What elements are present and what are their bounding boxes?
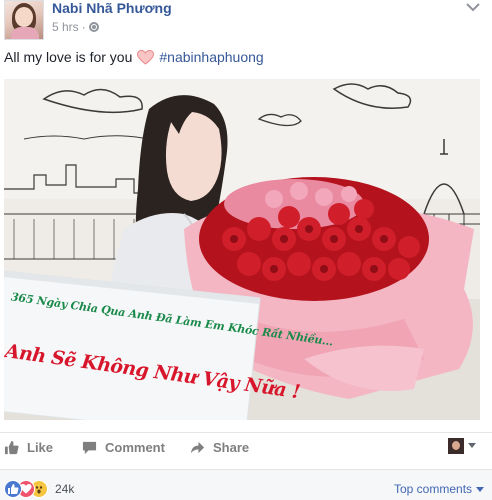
comment-sort-label: Top comments <box>394 482 473 496</box>
like-label: Like <box>27 440 54 455</box>
post-timestamp[interactable]: 5 hrs <box>52 20 79 34</box>
share-button[interactable]: Share <box>190 440 249 455</box>
chevron-down-icon <box>476 486 485 492</box>
like-button[interactable]: Like <box>4 440 53 455</box>
caption-text: All my love is for you <box>4 49 133 65</box>
action-bar: Like Comment Share <box>0 434 492 464</box>
comment-icon <box>82 441 97 455</box>
post-photo[interactable]: 365 Ngày Chia Qua Anh Đã Làm Em Khóc Rất… <box>4 79 480 420</box>
comment-sort-dropdown[interactable]: Top comments <box>394 482 485 496</box>
hashtag-link[interactable]: #nabinhaphuong <box>159 48 263 66</box>
chevron-down-icon[interactable] <box>466 2 480 12</box>
reactions-footer: 24k Top comments <box>0 469 492 500</box>
viewer-chevron-down-icon[interactable] <box>468 443 476 448</box>
comment-label: Comment <box>105 440 165 455</box>
author-avatar[interactable] <box>4 0 44 40</box>
post-meta: 5 hrs · <box>52 20 99 34</box>
viewer-avatar[interactable] <box>448 438 464 454</box>
facebook-post: Nabi Nhã Phương 5 hrs · All my love is f… <box>0 0 492 500</box>
comment-button[interactable]: Comment <box>82 440 165 455</box>
action-divider <box>0 432 492 433</box>
meta-separator: · <box>81 20 86 34</box>
share-icon <box>190 441 205 454</box>
reaction-count[interactable]: 24k <box>55 482 74 496</box>
share-label: Share <box>213 440 250 455</box>
globe-icon[interactable] <box>88 22 99 32</box>
like-reaction-icon[interactable] <box>4 480 22 498</box>
heart-emoji-icon <box>137 49 155 65</box>
author-name[interactable]: Nabi Nhã Phương <box>52 0 172 16</box>
thumbs-up-icon <box>4 440 19 455</box>
post-caption: All my love is for you #nabinhaphuong <box>4 48 264 66</box>
